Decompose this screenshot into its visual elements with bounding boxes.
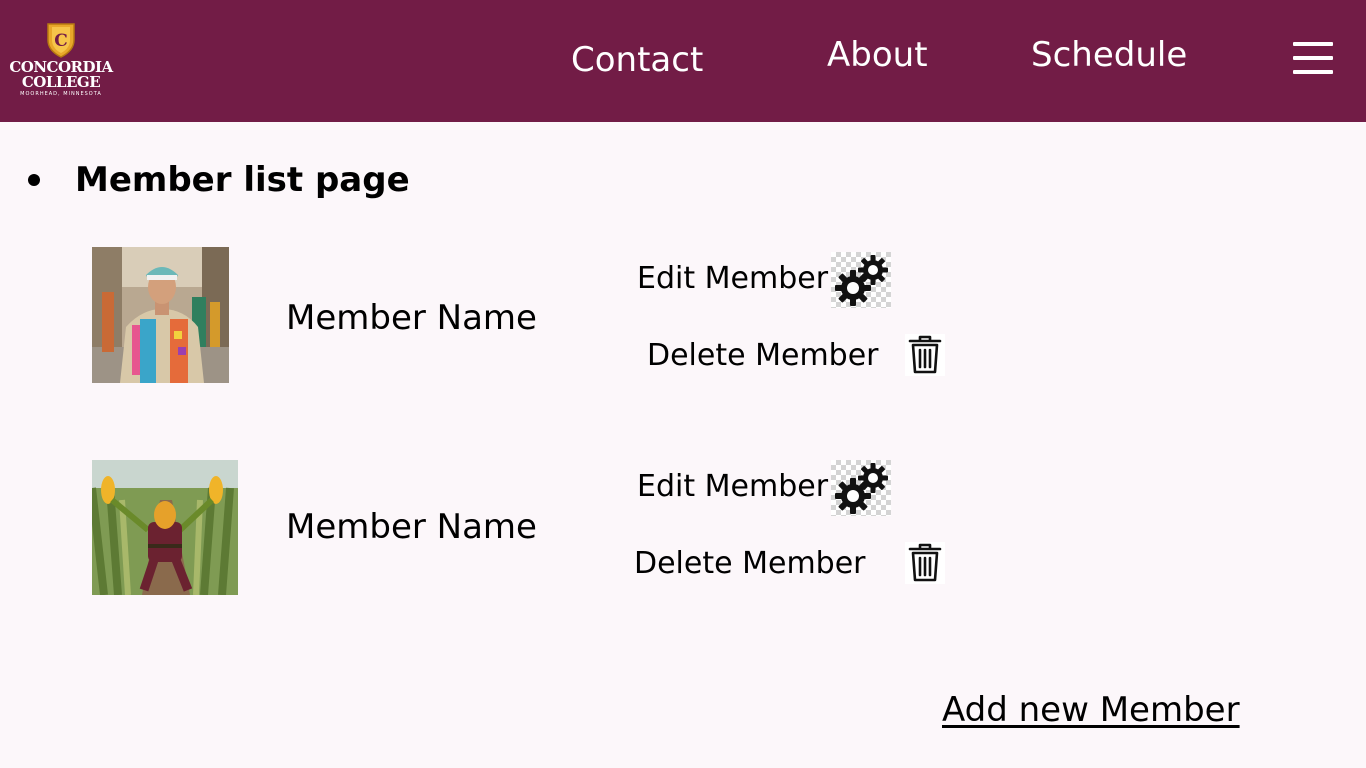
gears-icon[interactable] bbox=[831, 460, 891, 516]
logo-line-2: COLLEGE bbox=[21, 73, 101, 91]
add-new-member-link[interactable]: Add new Member bbox=[942, 690, 1240, 730]
member-name[interactable]: Member Name bbox=[286, 507, 537, 547]
nav-contact-link[interactable]: Contact bbox=[571, 40, 703, 80]
hamburger-icon[interactable] bbox=[1293, 42, 1333, 76]
page-title: Member list page bbox=[75, 160, 410, 200]
member-photo bbox=[92, 460, 238, 595]
member-photo bbox=[92, 247, 229, 383]
edit-member-link[interactable]: Edit Member bbox=[637, 469, 828, 504]
concordia-college-logo[interactable]: C CONCORDIA COLLEGE MOORHEAD, MINNESOTA bbox=[8, 22, 118, 100]
hamburger-line bbox=[1293, 70, 1333, 74]
logo-location: MOORHEAD, MINNESOTA bbox=[20, 91, 102, 97]
site-header: C CONCORDIA COLLEGE MOORHEAD, MINNESOTA … bbox=[0, 0, 1366, 122]
delete-member-link[interactable]: Delete Member bbox=[647, 338, 879, 373]
hamburger-line bbox=[1293, 42, 1333, 46]
list-bullet bbox=[28, 174, 40, 186]
delete-member-link[interactable]: Delete Member bbox=[634, 546, 866, 581]
trash-icon[interactable] bbox=[905, 542, 945, 584]
gears-icon[interactable] bbox=[831, 252, 891, 308]
hamburger-line bbox=[1293, 56, 1333, 60]
member-name[interactable]: Member Name bbox=[286, 298, 537, 338]
edit-member-link[interactable]: Edit Member bbox=[637, 261, 828, 296]
svg-text:C: C bbox=[54, 31, 68, 51]
trash-icon[interactable] bbox=[905, 334, 945, 376]
college-shield-icon: C bbox=[47, 23, 75, 58]
nav-schedule-link[interactable]: Schedule bbox=[1031, 35, 1187, 75]
nav-about-link[interactable]: About bbox=[827, 35, 928, 75]
